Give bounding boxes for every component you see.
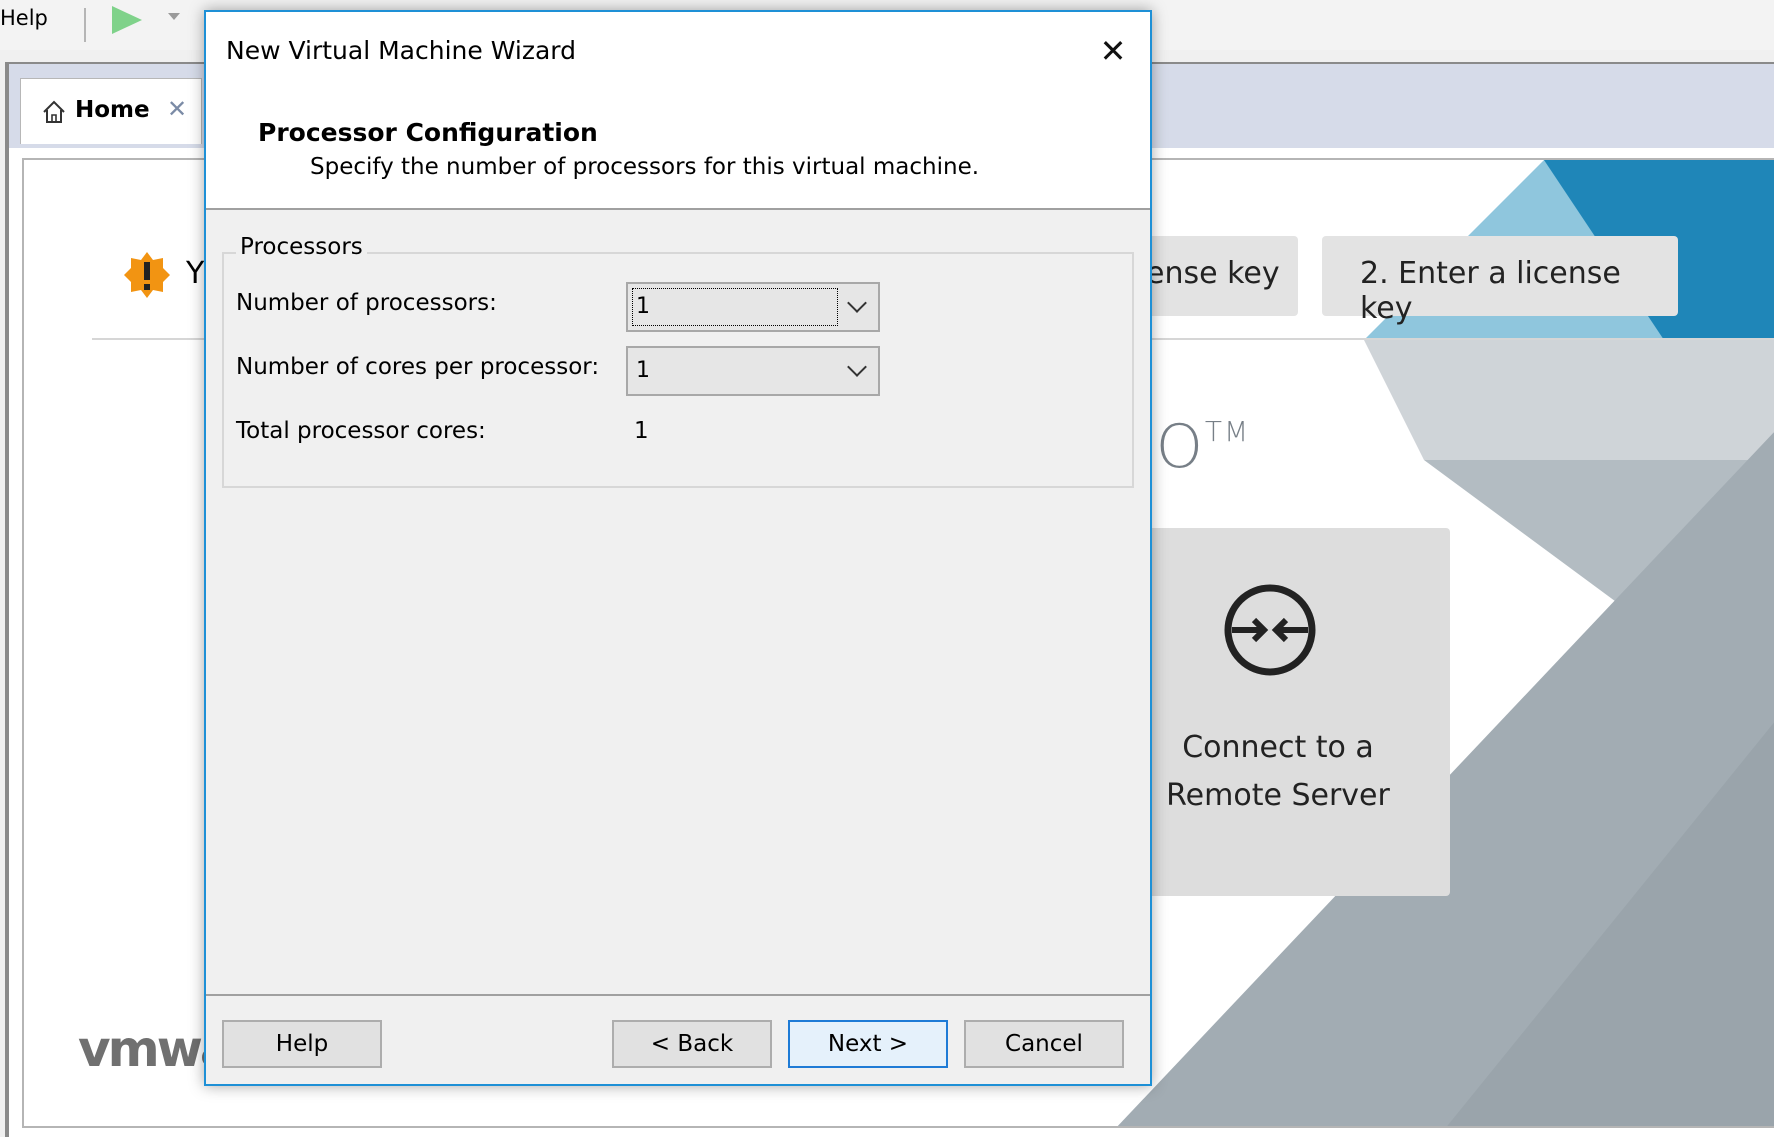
total-cores-value: 1 — [634, 418, 649, 444]
next-button[interactable]: Next > — [788, 1020, 948, 1068]
page-subtitle: Specify the number of processors for thi… — [310, 154, 980, 180]
dialog-header: Processor Configuration Specify the numb… — [206, 92, 1150, 210]
chevron-down-icon — [847, 357, 867, 377]
help-button[interactable]: Help — [222, 1020, 382, 1068]
home-icon — [43, 100, 65, 123]
footer-divider — [206, 994, 1150, 996]
new-vm-wizard-dialog: New Virtual Machine Wizard ✕ Processor C… — [204, 10, 1152, 1086]
remote-server-icon — [1224, 584, 1316, 676]
dialog-title: New Virtual Machine Wizard — [226, 36, 576, 65]
num-processors-value: 1 — [636, 294, 650, 319]
warning-icon — [124, 252, 170, 298]
total-cores-label: Total processor cores: — [236, 418, 486, 444]
dialog-close-button[interactable]: ✕ — [1086, 26, 1140, 76]
cores-per-processor-select[interactable]: 1 — [626, 346, 880, 396]
connect-remote-server-tile[interactable]: Connect to a Remote Server — [1120, 528, 1450, 896]
chevron-down-icon — [847, 293, 867, 313]
focus-indicator — [632, 288, 838, 326]
processors-group-label: Processors — [236, 234, 367, 260]
play-icon[interactable] — [112, 6, 142, 34]
cores-per-processor-label: Number of cores per processor: — [236, 354, 600, 380]
dialog-titlebar: New Virtual Machine Wizard ✕ — [206, 12, 1150, 92]
trademark: TM — [1204, 415, 1251, 448]
close-icon[interactable]: ✕ — [167, 95, 187, 123]
license-warning-text: Y — [186, 256, 205, 291]
menu-help[interactable]: Help — [0, 6, 48, 30]
cores-per-processor-value: 1 — [636, 358, 650, 383]
tab-home-label: Home — [75, 97, 150, 123]
play-dropdown-icon[interactable] — [168, 13, 180, 20]
menu-separator — [84, 8, 86, 42]
num-processors-label: Number of processors: — [236, 290, 497, 316]
tab-home[interactable]: Home ✕ — [20, 78, 202, 144]
remote-tile-label-line1: Connect to a — [1182, 730, 1374, 765]
enter-license-key-button[interactable]: 2. Enter a license key — [1322, 236, 1678, 326]
remote-tile-label-line2: Remote Server — [1166, 778, 1390, 813]
page-title: Processor Configuration — [258, 118, 598, 147]
back-button[interactable]: < Back — [612, 1020, 772, 1068]
cancel-button[interactable]: Cancel — [964, 1020, 1124, 1068]
num-processors-select[interactable]: 1 — [626, 282, 880, 332]
